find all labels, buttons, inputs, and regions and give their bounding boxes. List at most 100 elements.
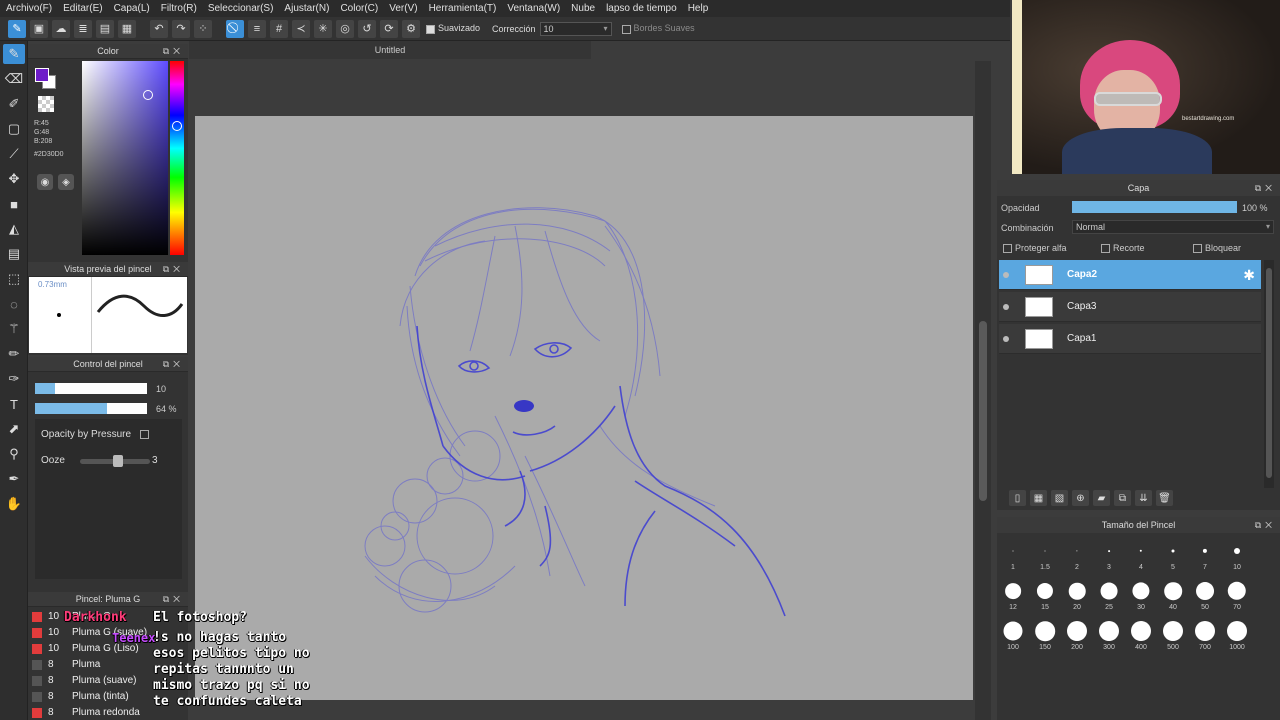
menu-item[interactable]: Help	[688, 3, 709, 14]
brush-size-option[interactable]: 5	[1157, 537, 1189, 575]
rectangle-icon[interactable]: ▢	[3, 119, 25, 139]
select-pen-icon[interactable]: ✏	[3, 344, 25, 364]
fill-rect-icon[interactable]: ■	[3, 194, 25, 214]
gear-icon[interactable]: ✱	[1243, 267, 1255, 284]
menu-item[interactable]: Archivo(F)	[6, 3, 52, 14]
transparent-color-swatch[interactable]	[38, 96, 54, 112]
menu-item[interactable]: Editar(E)	[63, 3, 102, 14]
menu-item[interactable]: Color(C)	[340, 3, 378, 14]
saturation-value-picker[interactable]	[82, 61, 168, 255]
layer-row[interactable]: Capa3	[999, 292, 1261, 322]
canvas-scroll-thumb[interactable]	[979, 321, 987, 501]
panel-controls-icon[interactable]: ⧉✕	[1255, 517, 1276, 533]
soft-edges-checkbox[interactable]: Bordes Suaves	[621, 23, 695, 34]
visibility-icon[interactable]	[1003, 336, 1009, 342]
snap-curve-icon[interactable]: ↺	[358, 19, 376, 38]
add-layer-menu-icon[interactable]: ⊕	[1072, 490, 1089, 506]
redo-icon[interactable]: ↷	[172, 19, 190, 38]
brush-size-option[interactable]: 12	[997, 577, 1029, 615]
menu-item[interactable]: lapso de tiempo	[606, 3, 677, 14]
blend-mode-select[interactable]: Normal	[1072, 220, 1274, 234]
brush-size-option[interactable]: 15	[1029, 577, 1061, 615]
layer-row[interactable]: Capa1	[999, 324, 1261, 354]
move-tool-icon[interactable]: ✥	[3, 169, 25, 189]
brush-size-option[interactable]: 10	[1221, 537, 1253, 575]
brush-size-option[interactable]: 200	[1061, 617, 1093, 655]
protect-alpha-checkbox[interactable]	[1003, 244, 1012, 254]
lock-option[interactable]: Bloquear	[1193, 243, 1241, 254]
brush-size-option[interactable]: 25	[1093, 577, 1125, 615]
new-halftone-layer-icon[interactable]: ▦	[1030, 490, 1047, 506]
brush-size-slider[interactable]	[35, 383, 147, 394]
palette-icon[interactable]: ◉	[37, 174, 53, 190]
opacity-pressure-checkbox[interactable]	[139, 429, 149, 439]
brush-size-option[interactable]: 500	[1157, 617, 1189, 655]
brush-size-option[interactable]: 20	[1061, 577, 1093, 615]
brush-size-option[interactable]: 50	[1189, 577, 1221, 615]
eraser-tool-icon[interactable]: ⌫	[3, 69, 25, 89]
eyedropper-icon[interactable]: ⚲	[3, 444, 25, 464]
rect-select-icon[interactable]: ⬚	[3, 269, 25, 289]
brush-size-option[interactable]: 1000	[1221, 617, 1253, 655]
new-layer-icon[interactable]: ▯	[1009, 490, 1026, 506]
menu-item[interactable]: Ajustar(N)	[284, 3, 329, 14]
document-tab[interactable]: Untitled	[189, 41, 591, 59]
snap-circle-icon[interactable]: ◎	[336, 19, 354, 38]
new-1bit-layer-icon[interactable]: ▧	[1051, 490, 1068, 506]
canvas-scrollbar[interactable]	[975, 61, 991, 720]
hand-icon[interactable]: ✋	[3, 494, 25, 514]
hue-slider[interactable]	[170, 61, 184, 255]
snap-settings-icon[interactable]: ⚙	[402, 19, 420, 38]
panel-controls-icon[interactable]: ⧉✕	[163, 357, 184, 372]
panel-controls-icon[interactable]: ⧉✕	[163, 44, 184, 59]
lasso-icon[interactable]: ◌	[3, 294, 25, 314]
clipping-checkbox[interactable]	[1101, 244, 1110, 254]
panel-controls-icon[interactable]: ⧉✕	[1255, 180, 1276, 196]
menu-item[interactable]: Herramienta(T)	[429, 3, 497, 14]
visibility-icon[interactable]	[1003, 304, 1009, 310]
brush-size-option[interactable]: 70	[1221, 577, 1253, 615]
operation-icon[interactable]: ⬈	[3, 419, 25, 439]
brush-size-option[interactable]: 400	[1125, 617, 1157, 655]
protect-alpha-option[interactable]: Proteger alfa	[1003, 243, 1067, 254]
brush-size-option[interactable]: 7	[1189, 537, 1221, 575]
layer-scrollbar[interactable]	[1264, 260, 1274, 488]
ooze-slider-handle[interactable]	[113, 455, 123, 467]
brush-size-option[interactable]: 3	[1093, 537, 1125, 575]
menu-item[interactable]: Ventana(W)	[507, 3, 560, 14]
brush-size-option[interactable]: 100	[997, 617, 1029, 655]
lock-checkbox[interactable]	[1193, 244, 1202, 254]
brush-opacity-value[interactable]: 64 %	[156, 404, 177, 414]
menu-item[interactable]: Nube	[571, 3, 595, 14]
brush-size-option[interactable]: 30	[1125, 577, 1157, 615]
duplicate-layer-icon[interactable]: ⧉	[1114, 490, 1131, 506]
brush-size-option[interactable]: 1	[997, 537, 1029, 575]
snap-off-icon[interactable]: ⃠	[226, 19, 244, 38]
snap-radial-icon[interactable]: ✳	[314, 19, 332, 38]
snap-grid-icon[interactable]: #	[270, 19, 288, 38]
brush-size-option[interactable]: 40	[1157, 577, 1189, 615]
color-picker-icon[interactable]: ◈	[58, 174, 74, 190]
deselect-icon[interactable]: ⁘	[194, 19, 212, 38]
new-folder-icon[interactable]: ▰	[1093, 490, 1110, 506]
pen-tool-icon[interactable]: ✎	[8, 19, 26, 38]
menu-item[interactable]: Seleccionar(S)	[208, 3, 274, 14]
clipping-option[interactable]: Recorte	[1101, 243, 1145, 254]
list-icon[interactable]: ≣	[74, 19, 92, 38]
cloud-icon[interactable]: ☁	[52, 19, 70, 38]
line-tool-icon[interactable]: ⟋	[3, 144, 25, 164]
brush-size-option[interactable]: 4	[1125, 537, 1157, 575]
document-icon[interactable]: ▤	[96, 19, 114, 38]
merge-down-icon[interactable]: ⇊	[1135, 490, 1152, 506]
pen-icon[interactable]: ✒	[3, 469, 25, 489]
panel-controls-icon[interactable]: ⧉✕	[163, 262, 184, 277]
menu-item[interactable]: Capa(L)	[114, 3, 150, 14]
snap-parallel-icon[interactable]: ≡	[248, 19, 266, 38]
eraser-small-icon[interactable]: ✐	[3, 94, 25, 114]
panel-controls-icon[interactable]: ⧉✕	[163, 592, 184, 607]
grid-icon[interactable]: ▦	[118, 19, 136, 38]
brush-size-option[interactable]: 700	[1189, 617, 1221, 655]
snap-perspective-icon[interactable]: ≺	[292, 19, 310, 38]
snap-rotate-icon[interactable]: ⟳	[380, 19, 398, 38]
bucket-icon[interactable]: ◭	[3, 219, 25, 239]
